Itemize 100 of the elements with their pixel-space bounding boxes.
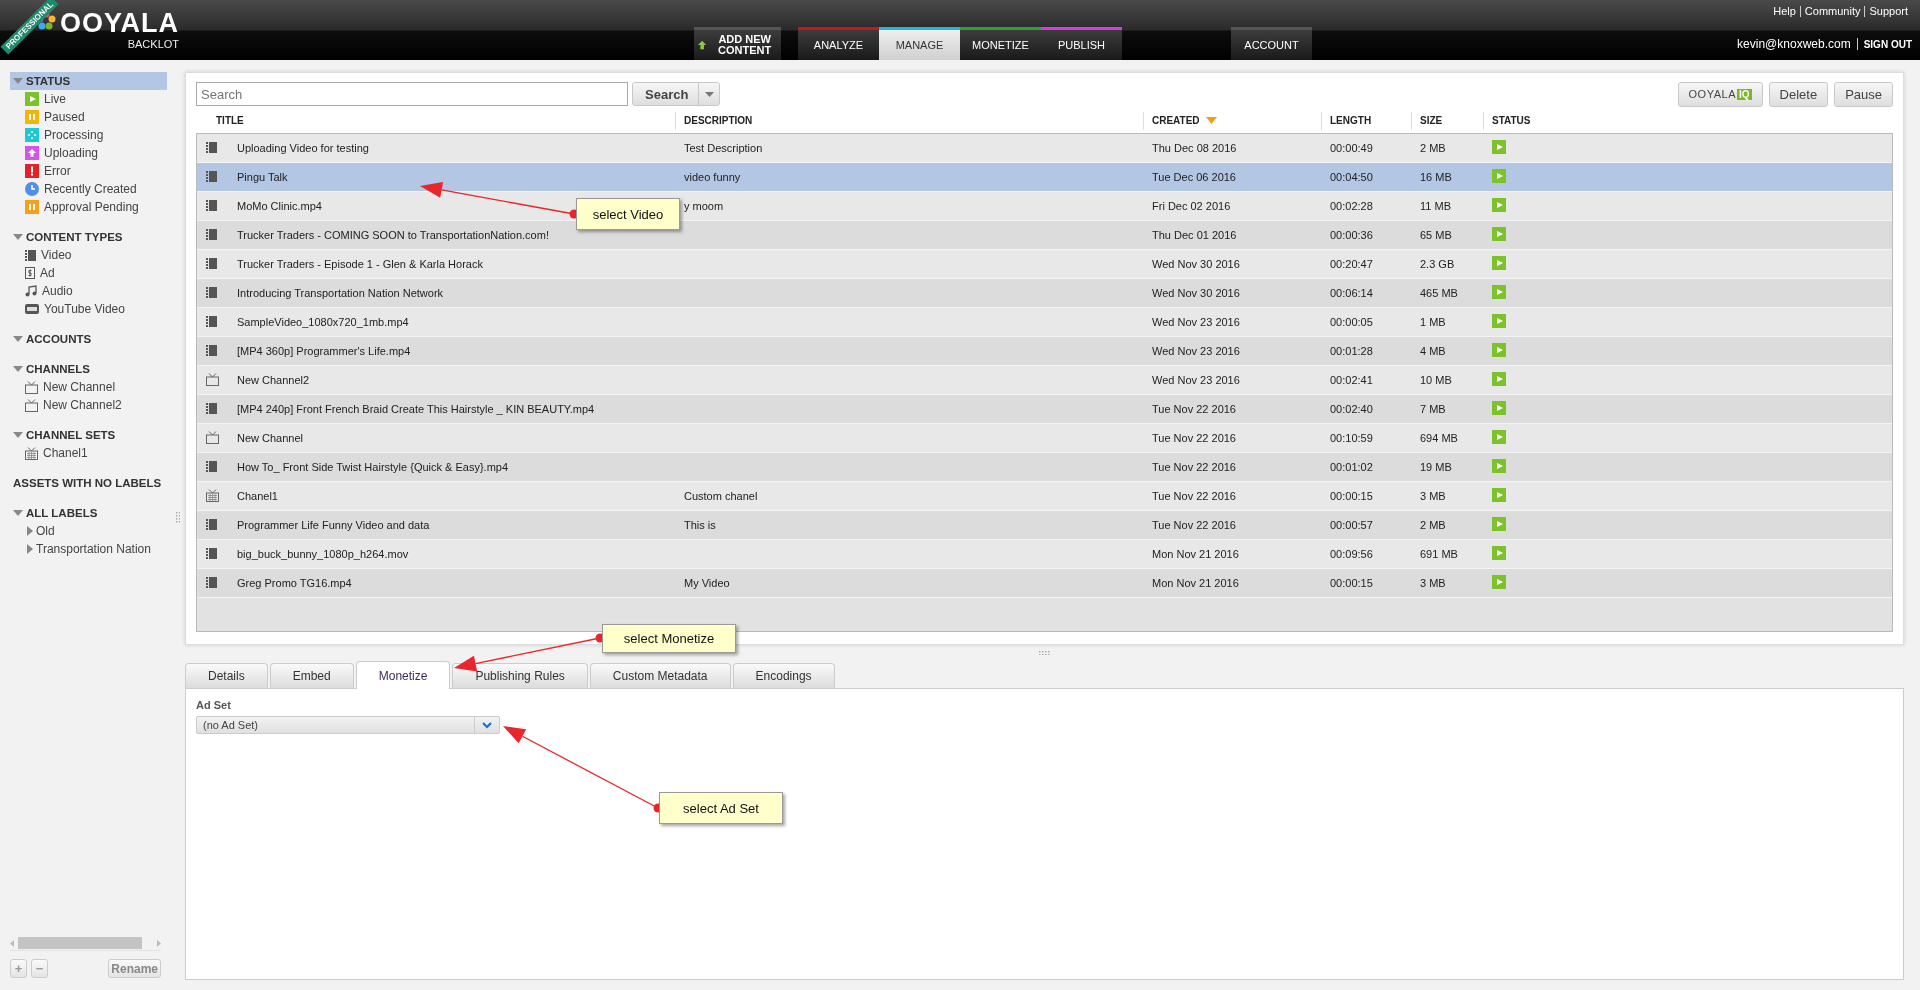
play-status-icon [1492, 372, 1506, 386]
tv-icon [206, 372, 219, 386]
table-row[interactable]: Trucker Traders - COMING SOON to TransportationNation.com! Thu Dec 01 2016 00:00:36 65 MB [197, 221, 1892, 250]
nav-tab[interactable]: ANALYZE [798, 27, 879, 60]
created-cell-text: Tue Nov 22 2016 [1152, 461, 1237, 473]
play-status-icon [1492, 401, 1506, 415]
column-header[interactable]: CREATED [1152, 115, 1200, 126]
sidebar-item[interactable]: Ad [40, 266, 55, 280]
sign-out-link[interactable]: SIGN OUT [1857, 38, 1912, 50]
title-cell-text: Chanel1 [237, 490, 279, 502]
column-header[interactable]: SIZE [1420, 115, 1443, 126]
header-link[interactable]: Community [1799, 6, 1865, 17]
field-label: Ad Set [196, 699, 232, 711]
collapse-arrow-icon[interactable] [13, 234, 23, 240]
toolbar-button[interactable]: Pause [1834, 81, 1893, 107]
created-cell-text: Wed Nov 23 2016 [1152, 316, 1241, 328]
sidebar-item[interactable]: Approval Pending [44, 200, 139, 214]
size-cell-text: 465 MB [1420, 287, 1459, 299]
scroll-left-icon[interactable] [10, 939, 14, 947]
table-row[interactable]: New Channel2 Wed Nov 23 2016 00:02:41 10 MB [197, 366, 1892, 395]
iq-button[interactable]: OOYALA IQ [1677, 81, 1763, 107]
collapse-arrow-icon[interactable] [13, 78, 23, 84]
length-cell-text: 00:00:36 [1330, 229, 1374, 241]
nav-tab[interactable]: MONETIZE [960, 27, 1041, 60]
sidebar-item[interactable]: Transportation Nation [36, 542, 151, 556]
collapse-arrow-icon[interactable] [13, 366, 23, 372]
sidebar-section-header[interactable]: CHANNEL SETS [10, 426, 167, 444]
column-header[interactable]: LENGTH [1330, 115, 1372, 126]
sidebar-section-header[interactable]: CHANNELS [10, 360, 167, 378]
play-status-icon [1492, 256, 1506, 270]
table-row[interactable]: [MP4 360p] Programmer's Life.mp4 Wed Nov 23 2016 00:01:28 4 MB [197, 337, 1892, 366]
film-icon [206, 315, 217, 327]
sidebar-section-header[interactable]: ALL LABELS [10, 504, 167, 522]
column-header[interactable]: DESCRIPTION [684, 115, 753, 126]
sidebar-item[interactable]: Chanel1 [43, 446, 88, 460]
expand-arrow-icon[interactable] [27, 526, 33, 536]
table-row[interactable]: Introducing Transportation Nation Network Wed Nov 30 2016 00:06:14 465 MB [197, 279, 1892, 308]
sidebar-section-header[interactable]: CONTENT TYPES [10, 228, 167, 246]
dropdown-caret-icon[interactable] [704, 91, 714, 97]
ad-set-dropdown[interactable]: (no Ad Set) [196, 716, 500, 734]
nav-tab[interactable]: PUBLISH [1041, 27, 1122, 60]
sidebar-item[interactable]: Processing [44, 128, 104, 142]
table-row[interactable]: Programmer Life Funny Video and data This is Tue Nov 22 2016 00:00:57 2 MB [197, 511, 1892, 540]
sidebar-item[interactable]: Old [36, 524, 55, 538]
film-icon [206, 402, 217, 414]
search-field[interactable]: Search [196, 82, 628, 106]
table-row[interactable]: [MP4 240p] Front French Braid Create This Hairstyle _ KIN BEAUTY.mp4 Tue Nov 22 2016 00:02:40 7 MB [197, 395, 1892, 424]
detail-tab[interactable]: Encodings [732, 663, 835, 688]
table-row[interactable]: Chanel1 Custom chanel Tue Nov 22 2016 00:00:15 3 MB [197, 482, 1892, 511]
film-icon [206, 257, 217, 269]
resize-handle[interactable] [1039, 650, 1050, 656]
toolbar-button[interactable]: Delete [1768, 81, 1829, 107]
sidebar-item[interactable]: Uploading [44, 146, 99, 160]
sidebar-item[interactable]: Error [44, 164, 71, 178]
search-button[interactable]: Search [632, 82, 721, 106]
add-content-button[interactable]: ADD NEW CONTENT [694, 27, 781, 60]
collapse-arrow-icon[interactable] [13, 510, 23, 516]
table-row[interactable]: big_buck_bunny_1080p_h264.mov Mon Nov 21 2016 00:09:56 691 MB [197, 540, 1892, 569]
title-cell-text: How To_ Front Side Twist Hairstyle {Quick & Easy}.mp4 [237, 461, 510, 473]
detail-tab[interactable]: Details [185, 663, 268, 688]
detail-tab[interactable]: Embed [269, 663, 354, 688]
table-row[interactable]: Uploading Video for testing Test Description Thu Dec 08 2016 00:00:49 2 MB [197, 134, 1892, 163]
resize-handle[interactable] [175, 512, 181, 523]
sidebar-item[interactable]: Live [44, 92, 66, 106]
created-cell-text: Tue Nov 22 2016 [1152, 432, 1237, 444]
sidebar-section-header[interactable]: ASSETS WITH NO LABELS [10, 474, 167, 492]
sidebar-section-header[interactable]: ACCOUNTS [10, 330, 167, 348]
nav-tab[interactable]: MANAGE [879, 27, 960, 60]
sidebar-item[interactable]: Paused [44, 110, 85, 124]
table-row[interactable]: Greg Promo TG16.mp4 My Video Mon Nov 21 2016 00:00:15 3 MB [197, 569, 1892, 598]
detail-tab[interactable]: Publishing Rules [452, 663, 588, 688]
header-link[interactable]: Help [1769, 6, 1800, 17]
expand-arrow-icon[interactable] [27, 544, 33, 554]
table-row[interactable]: How To_ Front Side Twist Hairstyle {Quick & Easy}.mp4 Tue Nov 22 2016 00:01:02 19 MB [197, 453, 1892, 482]
table-row[interactable]: Trucker Traders - Episode 1 - Glen & Karla Horack Wed Nov 30 2016 00:20:47 2.3 GB [197, 250, 1892, 279]
nav-tab[interactable]: ACCOUNT [1231, 27, 1312, 60]
sidebar-item[interactable]: New Channel2 [43, 398, 122, 412]
table-row[interactable]: SampleVideo_1080x720_1mb.mp4 Wed Nov 23 2016 00:00:05 1 MB [197, 308, 1892, 337]
created-cell-text: Tue Nov 22 2016 [1152, 519, 1237, 531]
detail-tab[interactable]: Custom Metadata [589, 663, 731, 688]
table-row[interactable]: Pingu Talk video funny Tue Dec 06 2016 00:04:50 16 MB [197, 163, 1892, 192]
sidebar-item[interactable]: Audio [42, 284, 73, 298]
table-row[interactable]: New Channel Tue Nov 22 2016 00:10:59 694 MB [197, 424, 1892, 453]
sidebar-item[interactable]: YouTube Video [44, 302, 125, 316]
column-header[interactable]: STATUS [1492, 115, 1531, 126]
sidebar-item[interactable]: Video [41, 248, 72, 262]
scroll-right-icon[interactable] [157, 939, 161, 947]
sidebar-item[interactable]: Recently Created [44, 182, 137, 196]
collapse-arrow-icon[interactable] [13, 432, 23, 438]
sidebar-section-header[interactable]: STATUS [10, 72, 167, 90]
column-header[interactable]: TITLE [216, 115, 244, 126]
collapse-arrow-icon[interactable] [13, 336, 23, 342]
header-link[interactable]: Support [1864, 6, 1912, 17]
description-cell: Custom chanel [684, 490, 758, 502]
sort-arrow-icon[interactable] [1205, 117, 1217, 124]
sidebar-item[interactable]: New Channel [43, 380, 116, 394]
tv-grid-icon [206, 488, 219, 502]
horizontal-scrollbar[interactable] [10, 936, 161, 951]
size-cell-text: 2 MB [1420, 519, 1447, 531]
detail-tab[interactable]: Monetize [355, 661, 451, 689]
